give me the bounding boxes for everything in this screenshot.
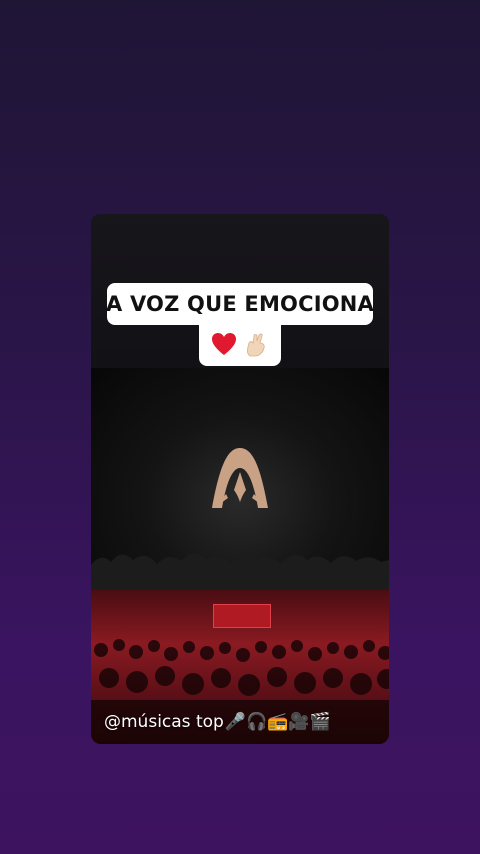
- crossed-fingers-icon: [247, 333, 265, 357]
- media-emoji-icons: 🎤🎧📻🎥🎬: [224, 712, 331, 731]
- caption-text: A VOZ QUE EMOCIONA: [106, 292, 374, 316]
- caption-sticker: A VOZ QUE EMOCIONA: [106, 283, 374, 325]
- story-footer: @músicas top 🎤🎧📻🎥🎬: [104, 709, 331, 735]
- caption-emoji-sticker: [199, 322, 281, 366]
- armin-van-buuren-logo-icon: [212, 448, 268, 508]
- handle-text[interactable]: @músicas top: [104, 712, 224, 732]
- heart-icon: [212, 333, 236, 355]
- crowd-silhouette: [91, 553, 389, 590]
